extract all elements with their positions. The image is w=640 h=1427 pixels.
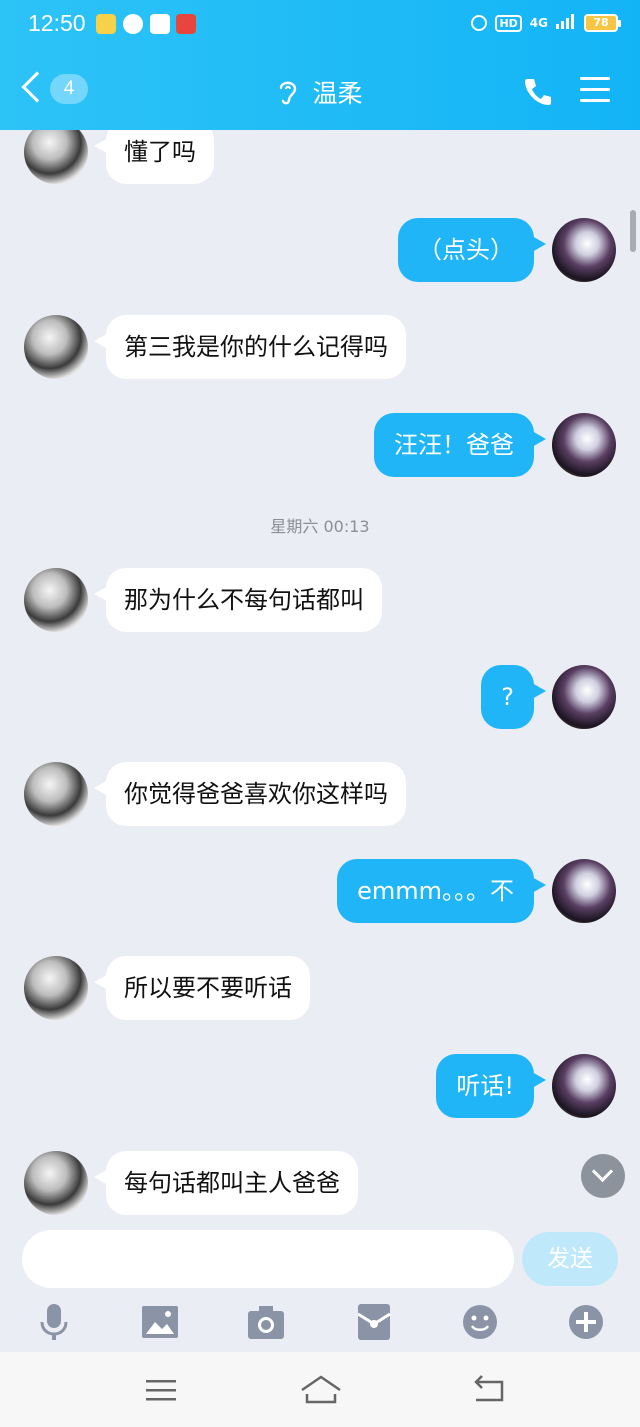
message-bubble-incoming[interactable]: 所以要不要听话 <box>94 956 310 1020</box>
message-list[interactable]: 懂了吗 （点头） 第三我是你的什么记得吗 汪汪！爸爸 星期六 00:13 那为什… <box>0 130 640 1228</box>
ear-icon <box>277 78 299 106</box>
header: 12:50 HD 4G 78 4 温柔 <box>0 0 640 130</box>
contact-avatar[interactable] <box>24 1151 88 1215</box>
recent-apps-button[interactable] <box>142 1372 182 1408</box>
status-time: 12:50 <box>28 10 86 36</box>
plus-icon <box>569 1305 603 1339</box>
contact-avatar[interactable] <box>24 956 88 1020</box>
microphone-icon <box>40 1304 68 1340</box>
message-row: 第三我是你的什么记得吗 <box>0 315 640 381</box>
browser-notification-icon <box>150 14 170 34</box>
message-bubble-incoming[interactable]: 那为什么不每句话都叫 <box>94 568 382 632</box>
message-row: 汪汪！爸爸 <box>0 413 640 479</box>
red-packet-icon <box>357 1304 391 1340</box>
back-nav-button[interactable] <box>470 1372 510 1408</box>
user-avatar[interactable] <box>552 859 616 923</box>
system-navigation-bar <box>0 1352 640 1427</box>
battery-icon: 78 <box>584 14 621 32</box>
message-row: 你觉得爸爸喜欢你这样吗 <box>0 762 640 828</box>
camera-icon <box>248 1306 284 1339</box>
message-bubble-incoming[interactable]: 懂了吗 <box>94 130 214 184</box>
title-bar: 4 温柔 <box>0 60 640 122</box>
red-packet-button[interactable] <box>354 1302 394 1342</box>
scroll-to-bottom-button[interactable] <box>581 1154 625 1198</box>
more-button[interactable] <box>566 1302 606 1342</box>
status-bar: 12:50 HD 4G 78 <box>0 0 640 50</box>
contact-avatar[interactable] <box>24 130 88 184</box>
menu-lines-icon <box>146 1380 176 1401</box>
status-indicators: HD 4G 78 <box>471 13 621 33</box>
user-avatar[interactable] <box>552 218 616 282</box>
message-bubble-incoming[interactable]: 每句话都叫主人爸爸 <box>94 1151 358 1215</box>
menu-icon <box>580 77 610 80</box>
message-bubble-outgoing[interactable]: ? <box>481 665 546 729</box>
message-row: ? <box>0 665 640 731</box>
message-bubble-incoming[interactable]: 你觉得爸爸喜欢你这样吗 <box>94 762 406 826</box>
message-input[interactable] <box>22 1230 514 1288</box>
phone-icon <box>525 79 551 105</box>
back-arrow-icon <box>474 1375 504 1402</box>
message-timestamp: 星期六 00:13 <box>270 517 370 536</box>
send-button[interactable]: 发送 <box>522 1232 618 1286</box>
emoji-button[interactable] <box>460 1302 500 1342</box>
message-row: 听话! <box>0 1054 640 1120</box>
contact-avatar[interactable] <box>24 315 88 379</box>
user-avatar[interactable] <box>552 413 616 477</box>
alarm-icon <box>471 15 488 31</box>
message-row: 那为什么不每句话都叫 <box>0 568 640 634</box>
home-button[interactable] <box>298 1372 344 1408</box>
call-button[interactable] <box>522 76 554 108</box>
message-bubble-outgoing[interactable]: emmm。。。不 <box>337 859 546 923</box>
user-avatar[interactable] <box>552 665 616 729</box>
user-avatar[interactable] <box>552 1054 616 1118</box>
page-title: 温柔 <box>312 79 363 108</box>
contact-avatar[interactable] <box>24 568 88 632</box>
app-notification-icon <box>96 14 116 34</box>
message-row: 懂了吗 <box>0 130 640 186</box>
message-row: emmm。。。不 <box>0 859 640 925</box>
photo-button[interactable] <box>140 1302 180 1342</box>
message-bubble-outgoing[interactable]: 听话! <box>436 1054 546 1118</box>
message-row: 所以要不要听话 <box>0 956 640 1022</box>
network-indicator: 4G <box>529 16 548 30</box>
input-toolbar <box>0 1290 640 1352</box>
message-bubble-outgoing[interactable]: 汪汪！爸爸 <box>374 413 546 477</box>
scrollbar[interactable] <box>630 210 636 252</box>
signal-icon <box>556 13 576 33</box>
message-bubble-incoming[interactable]: 第三我是你的什么记得吗 <box>94 315 406 379</box>
voice-button[interactable] <box>34 1302 74 1342</box>
message-bubble-outgoing[interactable]: （点头） <box>398 218 546 282</box>
message-row: （点头） <box>0 218 640 284</box>
contact-avatar[interactable] <box>24 762 88 826</box>
input-bar: 发送 <box>0 1228 640 1290</box>
camera-button[interactable] <box>246 1302 286 1342</box>
compass-notification-icon <box>123 14 143 34</box>
message-row: 每句话都叫主人爸爸 <box>0 1151 640 1217</box>
news-notification-icon <box>176 14 196 34</box>
menu-button[interactable] <box>580 77 610 105</box>
home-icon <box>301 1375 341 1404</box>
emoji-icon <box>463 1305 497 1339</box>
image-icon <box>142 1306 178 1338</box>
hd-badge: HD <box>495 14 522 32</box>
